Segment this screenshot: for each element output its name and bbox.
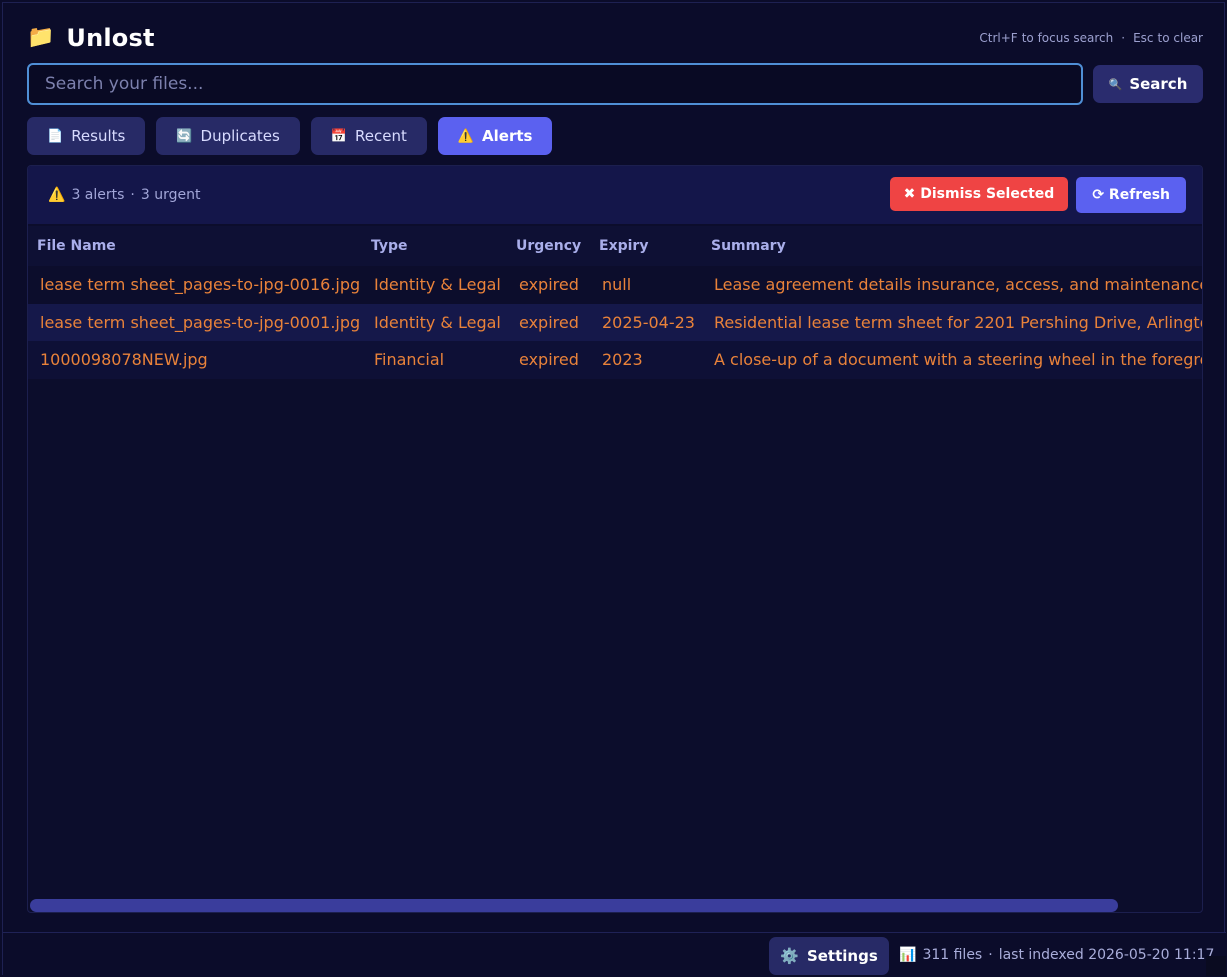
refresh-icon: 🔄 <box>176 128 193 144</box>
search-input[interactable] <box>27 63 1083 105</box>
search-bar: 🔍 Search <box>27 63 1203 105</box>
last-indexed: last indexed 2026-05-20 11:17 <box>998 947 1215 963</box>
chart-icon: 📊 <box>899 947 917 963</box>
settings-button[interactable]: ⚙️ Settings <box>769 937 889 975</box>
files-count: 311 files <box>922 947 983 963</box>
settings-label: Settings <box>806 947 878 965</box>
alert-summary: ⚠️ 3 alerts · 3 urgent <box>48 187 200 203</box>
tab-duplicates[interactable]: 🔄 Duplicates <box>156 117 300 155</box>
cell-urgency: expired <box>507 266 590 304</box>
resize-corner <box>1206 956 1226 976</box>
cell-file-name: lease term sheet_pages-to-jpg-0001.jpg <box>28 303 362 341</box>
app-window: 📁 Unlost Ctrl+F to focus search · Esc to… <box>2 2 1226 976</box>
column-header-expiry[interactable]: Expiry <box>590 226 702 266</box>
cell-file-name: lease term sheet_pages-to-jpg-0016.jpg <box>28 266 362 304</box>
index-status: 📊 311 files · last indexed 2026-05-20 11… <box>899 947 1214 963</box>
tab-label: Recent <box>355 127 407 145</box>
warning-icon: ⚠️ <box>48 187 66 203</box>
tab-bar: 📄 Results 🔄 Duplicates 📅 Recent ⚠️ Alert… <box>27 117 553 155</box>
tab-results[interactable]: 📄 Results <box>27 117 146 155</box>
summary-separator: · <box>130 187 135 203</box>
cell-type: Identity & Legal <box>362 266 507 304</box>
search-button[interactable]: 🔍 Search <box>1093 65 1203 103</box>
alerts-table: File Name Type Urgency Expiry Summary le… <box>28 226 1202 379</box>
dismiss-selected-button[interactable]: ✖ Dismiss Selected <box>889 177 1069 211</box>
clear-key-hint: Esc <box>1133 31 1154 45</box>
focus-key-hint: Ctrl+F <box>979 31 1018 45</box>
table-row[interactable]: lease term sheet_pages-to-jpg-0016.jpg I… <box>28 266 1202 304</box>
status-separator: · <box>988 947 993 963</box>
keyboard-hints: Ctrl+F to focus search · Esc to clear <box>979 31 1203 45</box>
document-icon: 📄 <box>47 128 64 144</box>
cell-type: Financial <box>362 341 507 379</box>
app-title: Unlost <box>66 24 155 52</box>
cell-type: Identity & Legal <box>362 303 507 341</box>
focus-text-hint: to focus search <box>1021 31 1114 45</box>
column-header-urgency[interactable]: Urgency <box>507 226 590 266</box>
alerts-table-container[interactable]: File Name Type Urgency Expiry Summary le… <box>28 226 1202 886</box>
column-header-summary[interactable]: Summary <box>702 226 1202 266</box>
table-row[interactable]: lease term sheet_pages-to-jpg-0001.jpg I… <box>28 303 1202 341</box>
cell-expiry: null <box>590 266 702 304</box>
column-header-type[interactable]: Type <box>362 226 507 266</box>
header: 📁 Unlost Ctrl+F to focus search · Esc to… <box>27 21 1203 55</box>
clear-text-hint: to clear <box>1157 31 1203 45</box>
cell-summary: A close-up of a document with a steering… <box>702 341 1202 379</box>
hint-separator: · <box>1121 31 1126 45</box>
tab-label: Duplicates <box>200 127 280 145</box>
refresh-button[interactable]: ⟳ Refresh <box>1076 177 1186 213</box>
table-row[interactable]: 1000098078NEW.jpg Financial expired 2023… <box>28 341 1202 379</box>
status-bar: ⚙️ Settings 📊 311 files · last indexed 2… <box>3 932 1226 976</box>
cell-urgency: expired <box>507 341 590 379</box>
alerts-panel: ⚠️ 3 alerts · 3 urgent ✖ Dismiss Selecte… <box>27 165 1203 913</box>
folder-icon: 📁 <box>27 25 55 50</box>
cell-expiry: 2025-04-23 <box>590 303 702 341</box>
tab-label: Alerts <box>482 127 533 145</box>
tab-recent[interactable]: 📅 Recent <box>310 117 427 155</box>
cell-summary: Lease agreement details insurance, acces… <box>702 266 1202 304</box>
urgent-count: 3 urgent <box>140 187 201 203</box>
search-icon: 🔍 <box>1108 77 1123 91</box>
calendar-icon: 📅 <box>330 128 348 144</box>
search-button-label: Search <box>1129 75 1188 93</box>
horizontal-scrollbar[interactable] <box>30 899 1118 912</box>
alert-count: 3 alerts <box>71 187 125 203</box>
column-header-file-name[interactable]: File Name <box>28 226 362 266</box>
alert-actions: ✖ Dismiss Selected ⟳ Refresh <box>889 177 1186 213</box>
alerts-toolbar: ⚠️ 3 alerts · 3 urgent ✖ Dismiss Selecte… <box>28 166 1202 224</box>
cell-urgency: expired <box>507 303 590 341</box>
tab-label: Results <box>71 127 126 145</box>
tab-alerts[interactable]: ⚠️ Alerts <box>437 117 553 155</box>
cell-expiry: 2023 <box>590 341 702 379</box>
table-header-row: File Name Type Urgency Expiry Summary <box>28 226 1202 266</box>
brand: 📁 Unlost <box>27 24 155 52</box>
gear-icon: ⚙️ <box>780 947 799 965</box>
cell-summary: Residential lease term sheet for 2201 Pe… <box>702 303 1202 341</box>
cell-file-name: 1000098078NEW.jpg <box>28 341 362 379</box>
warning-icon: ⚠️ <box>457 128 475 144</box>
